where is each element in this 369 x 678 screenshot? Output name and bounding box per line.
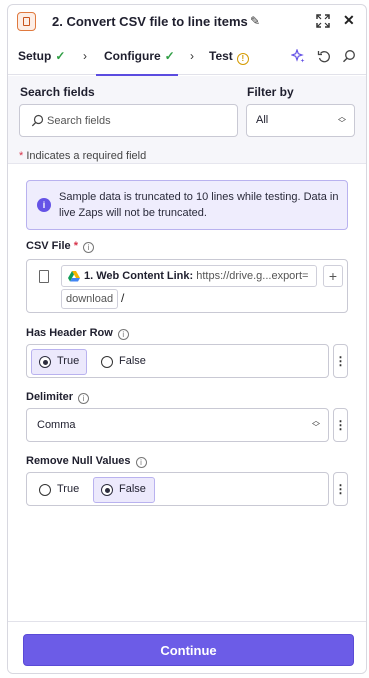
csv-file-input[interactable]: 1. Web Content Link: https://drive.g...e… (26, 259, 348, 313)
required-asterisk: * (73, 240, 78, 252)
delimiter-value: Comma (37, 419, 76, 431)
required-note-text: Indicates a required field (26, 150, 147, 162)
info-circle-icon[interactable]: i (135, 457, 147, 468)
step-tabs: Setup ✓ › Configure ✓ › Test! (8, 39, 366, 76)
tab-test-label: Test (209, 49, 233, 63)
required-field-note: * Indicates a required field (19, 150, 146, 162)
chevron-right-icon: › (83, 49, 87, 63)
mapped-field-pill[interactable]: 1. Web Content Link: https://drive.g...e… (61, 265, 317, 287)
csv-file-suffix: / (121, 291, 125, 305)
option-label: False (119, 355, 146, 367)
sparkle-icon[interactable] (291, 49, 305, 63)
filter-by-label: Filter by (247, 85, 294, 99)
more-options-icon[interactable]: ⋮ (333, 408, 348, 442)
has-header-row-radio-group: True False (26, 344, 329, 378)
tab-setup[interactable]: Setup ✓ (18, 49, 65, 63)
undo-icon[interactable] (317, 49, 331, 63)
has-header-row-label-text: Has Header Row (26, 327, 113, 339)
more-options-icon[interactable]: ⋮ (333, 344, 348, 378)
chevron-up-down-icon: ︿ ﹀ (338, 112, 346, 128)
remove-null-values-label: Remove Null Values i (26, 455, 147, 468)
tab-test[interactable]: Test! (209, 49, 249, 65)
delimiter-label: Delimiter i (26, 391, 90, 404)
option-label: False (119, 483, 146, 495)
step-header: 2. Convert CSV file to line items ✎ ✕ (8, 5, 366, 39)
pill-value: https://drive.g...export= (196, 270, 309, 282)
pill-step-label: 1. Web Content Link: (84, 270, 194, 282)
step-editor-panel: 2. Convert CSV file to line items ✎ ✕ Se… (7, 4, 367, 674)
radio-selected-icon (39, 356, 51, 368)
filter-by-select[interactable]: All ︿ ﹀ (246, 104, 355, 137)
remove-null-values-false-option[interactable]: False (93, 477, 155, 503)
has-header-row-false-option[interactable]: False (93, 349, 153, 375)
csv-file-label: CSV File * i (26, 240, 94, 253)
check-icon: ✓ (164, 49, 175, 63)
tab-configure[interactable]: Configure ✓ (104, 49, 175, 63)
step-title[interactable]: 2. Convert CSV file to line items (52, 14, 248, 29)
add-data-button[interactable]: + (323, 265, 343, 287)
remove-null-values-label-text: Remove Null Values (26, 455, 131, 467)
more-options-icon[interactable]: ⋮ (333, 472, 348, 506)
chevron-right-icon: › (190, 49, 194, 63)
expand-icon[interactable] (316, 14, 330, 28)
mapped-field-pill-continued[interactable]: download (61, 289, 119, 309)
filter-by-value: All (256, 114, 269, 126)
info-icon: i (37, 198, 51, 212)
check-icon: ✓ (55, 49, 66, 63)
delimiter-label-text: Delimiter (26, 391, 74, 403)
field-search-bar: Search fields Filter by All ︿﹀ * Indicat… (8, 76, 366, 164)
chevron-up-down-icon: ︿ ﹀ (312, 416, 320, 432)
edit-pencil-icon[interactable]: ✎ (250, 14, 260, 28)
remove-null-values-true-option[interactable]: True (31, 477, 89, 503)
search-icon[interactable] (342, 49, 356, 63)
info-circle-icon[interactable]: i (117, 329, 129, 340)
truncation-info-banner: i Sample data is truncated to 10 lines w… (26, 180, 348, 230)
info-circle-icon[interactable]: i (82, 242, 94, 253)
option-label: True (57, 355, 80, 367)
radio-unselected-icon (39, 484, 51, 496)
csv-app-icon (17, 12, 36, 31)
delimiter-select[interactable]: Comma ︿ ﹀ (26, 408, 329, 442)
close-icon[interactable]: ✕ (343, 12, 355, 29)
has-header-row-label: Has Header Row i (26, 327, 129, 340)
search-fields-label: Search fields (20, 85, 95, 99)
remove-null-values-radio-group: True False (26, 472, 329, 506)
step-footer: Continue (8, 621, 366, 673)
continue-button[interactable]: Continue (23, 634, 354, 666)
search-icon (31, 114, 44, 127)
file-icon (39, 270, 49, 283)
tab-setup-label: Setup (18, 49, 52, 63)
google-drive-icon (68, 271, 80, 282)
radio-selected-icon (101, 484, 113, 496)
radio-unselected-icon (101, 356, 113, 368)
csv-file-label-text: CSV File (26, 240, 71, 252)
tab-configure-label: Configure (104, 49, 161, 63)
search-fields-input[interactable] (47, 112, 227, 130)
has-header-row-true-option[interactable]: True (31, 349, 87, 375)
option-label: True (57, 483, 80, 495)
search-fields-input-wrapper (19, 104, 238, 137)
info-circle-icon[interactable]: i (78, 393, 90, 404)
info-text: Sample data is truncated to 10 lines whi… (59, 191, 339, 219)
warning-icon: ! (236, 53, 249, 65)
required-asterisk: * (19, 150, 24, 162)
